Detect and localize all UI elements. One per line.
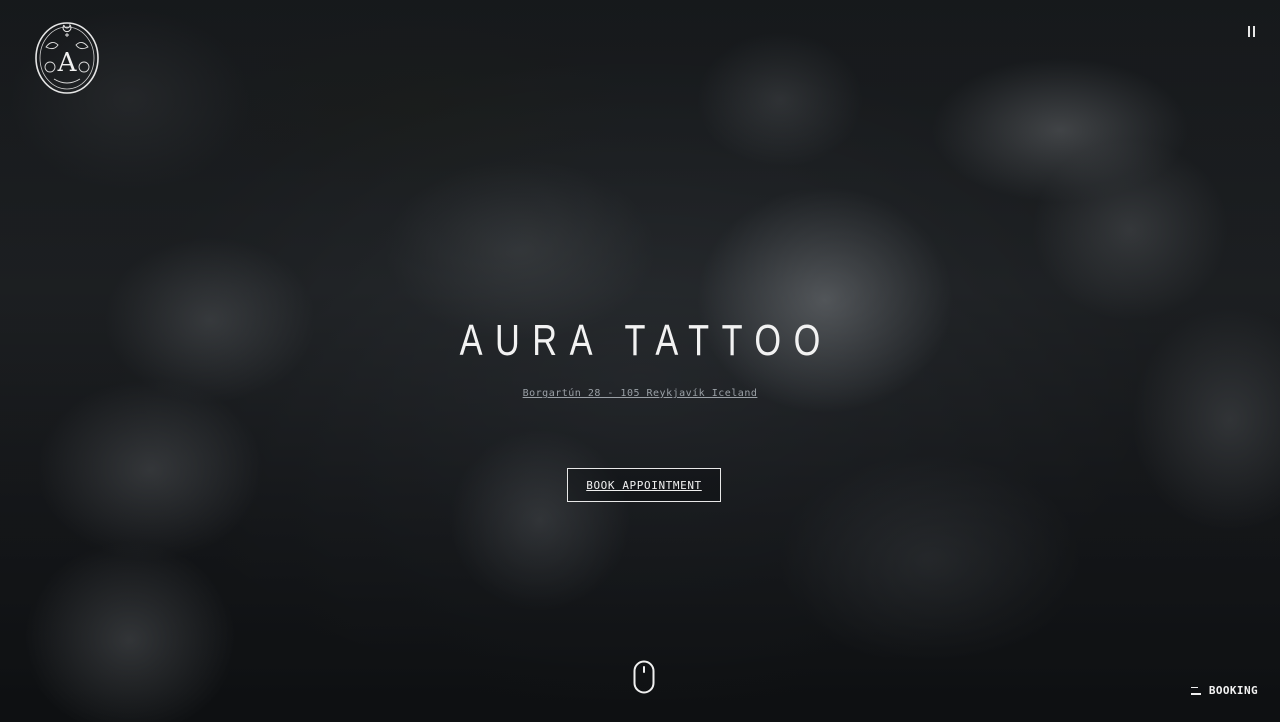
book-appointment-button[interactable]: BOOK APPOINTMENT [567,468,721,502]
mouse-scroll-icon[interactable] [633,660,655,694]
address-link[interactable]: Borgartún 28 - 105 Reykjavík Iceland [0,388,1280,399]
booking-link[interactable]: BOOKING [1190,684,1258,697]
hero: AURA TATTOO Borgartún 28 - 105 Reykjavík… [0,0,1280,722]
booking-label: BOOKING [1208,684,1258,697]
page-title: AURA TATTOO [459,316,833,365]
page: A AURA TATTOO Borgartún 28 - 105 Reykjav… [0,0,1280,722]
menu-lines-icon [1190,686,1201,696]
